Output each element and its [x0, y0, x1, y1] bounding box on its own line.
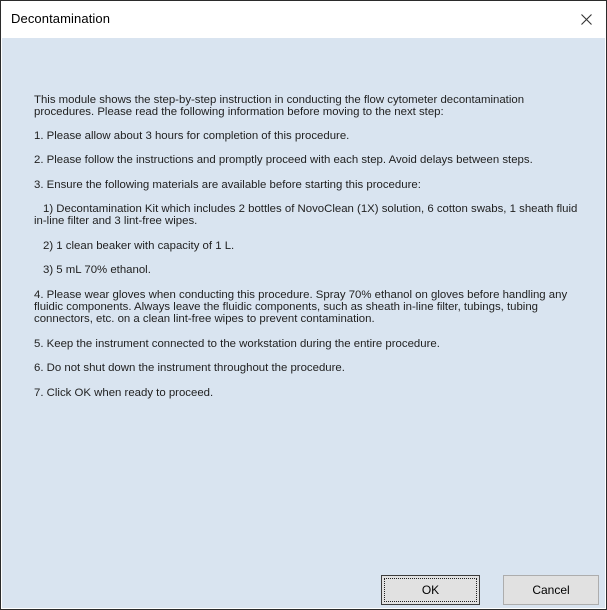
- ok-button[interactable]: OK: [381, 575, 480, 605]
- step-3-item-2: 2) 1 clean beaker with capacity of 1 L.: [43, 239, 235, 252]
- step-4: 4. Please wear gloves when conducting th…: [34, 288, 568, 326]
- step-7: 7. Click OK when ready to proceed.: [34, 386, 214, 399]
- step-2: 2. Please follow the instructions and pr…: [34, 154, 533, 167]
- step-5: 5. Keep the instrument connected to the …: [34, 337, 440, 350]
- step-1: 1. Please allow about 3 hours for comple…: [34, 129, 350, 142]
- close-icon: [580, 13, 592, 25]
- decontamination-dialog: Decontamination This module shows the st…: [0, 0, 607, 610]
- cancel-button[interactable]: Cancel: [503, 575, 599, 605]
- dialog-title: Decontamination: [11, 11, 111, 26]
- dialog-body: This module shows the step-by-step instr…: [2, 38, 605, 608]
- step-3-item-1: 1) Decontamination Kit which includes 2 …: [34, 203, 578, 228]
- step-6: 6. Do not shut down the instrument throu…: [34, 362, 345, 375]
- title-bar: Decontamination: [1, 1, 606, 37]
- step-3: 3. Ensure the following materials are av…: [34, 178, 421, 191]
- step-3-item-3: 3) 5 mL 70% ethanol.: [43, 264, 151, 277]
- intro-paragraph: This module shows the step-by-step instr…: [34, 94, 525, 119]
- close-button[interactable]: [566, 1, 606, 37]
- instructions-text: This module shows the step-by-step instr…: [34, 94, 586, 411]
